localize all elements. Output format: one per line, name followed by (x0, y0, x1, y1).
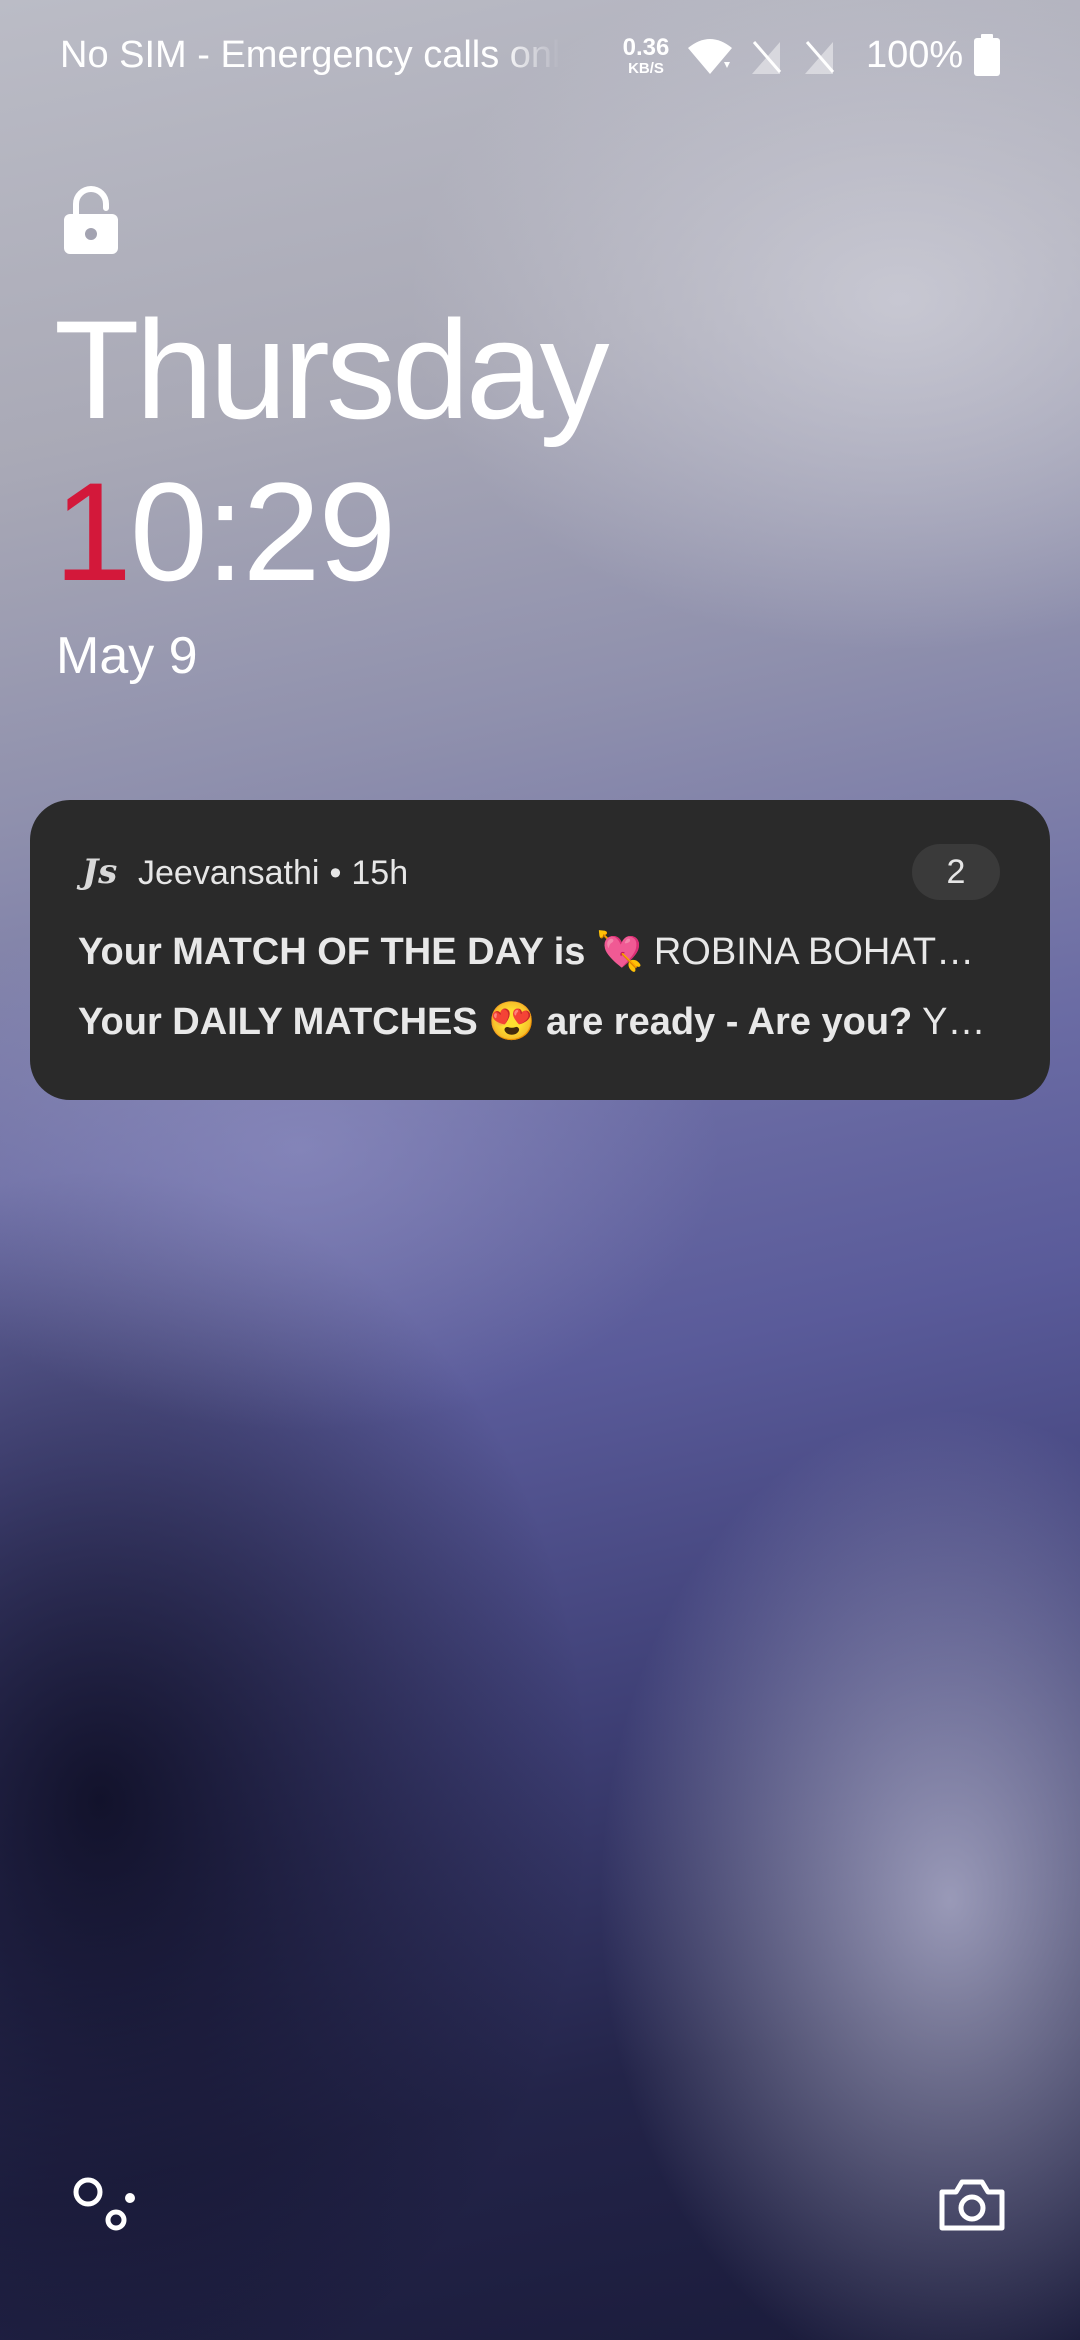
notification-age: 15h (351, 854, 409, 892)
wifi-icon (688, 39, 732, 74)
notification-message-body: Y… (922, 1001, 986, 1043)
no-sim-icon (805, 41, 835, 74)
battery-icon (974, 34, 1000, 76)
notification-app-name: Jeevansathi (138, 854, 320, 892)
notification-message-title: Your DAILY MATCHES 😍 are ready - Are you… (78, 1001, 913, 1043)
carrier-text: No SIM - Emergency calls only (60, 34, 560, 76)
day-of-week: Thursday (54, 291, 610, 448)
network-speed-unit: KB/S (628, 60, 664, 77)
notification-message-title: Your MATCH OF THE DAY is 💘 (78, 931, 644, 973)
notification-header: Jeevansathi • 15h (138, 854, 408, 893)
notification-message[interactable]: Your DAILY MATCHES 😍 are ready - Are you… (78, 1000, 1030, 1044)
battery-percent: 100% (866, 34, 964, 76)
notification-message[interactable]: Your MATCH OF THE DAY is 💘 ROBINA BOHAT… (78, 930, 1030, 974)
network-speed-value: 0.36 (622, 34, 670, 61)
network-speed: 0.36 KB/S (620, 34, 672, 77)
status-bar: No SIM - Emergency calls only 0.36 KB/S … (0, 0, 1080, 112)
notification-card[interactable]: Js Jeevansathi • 15h 2 Your MATCH OF THE D… (30, 800, 1050, 1100)
clock-time-rest: 0:29 (129, 453, 396, 610)
jeevansathi-app-icon: Js (82, 852, 118, 892)
no-sim-icon (752, 41, 782, 74)
notification-separator: • (329, 854, 342, 892)
assistant-icon[interactable] (72, 2176, 138, 2232)
clock-time-accent-digit: 1 (54, 453, 132, 610)
notification-count-badge[interactable]: 2 (912, 844, 1000, 900)
camera-icon[interactable] (938, 2176, 1006, 2232)
notification-message-body: ROBINA BOHAT… (653, 931, 975, 973)
clock-time: 10:29 (54, 462, 396, 602)
lock-icon[interactable] (62, 186, 120, 254)
date: May 9 (56, 627, 198, 685)
